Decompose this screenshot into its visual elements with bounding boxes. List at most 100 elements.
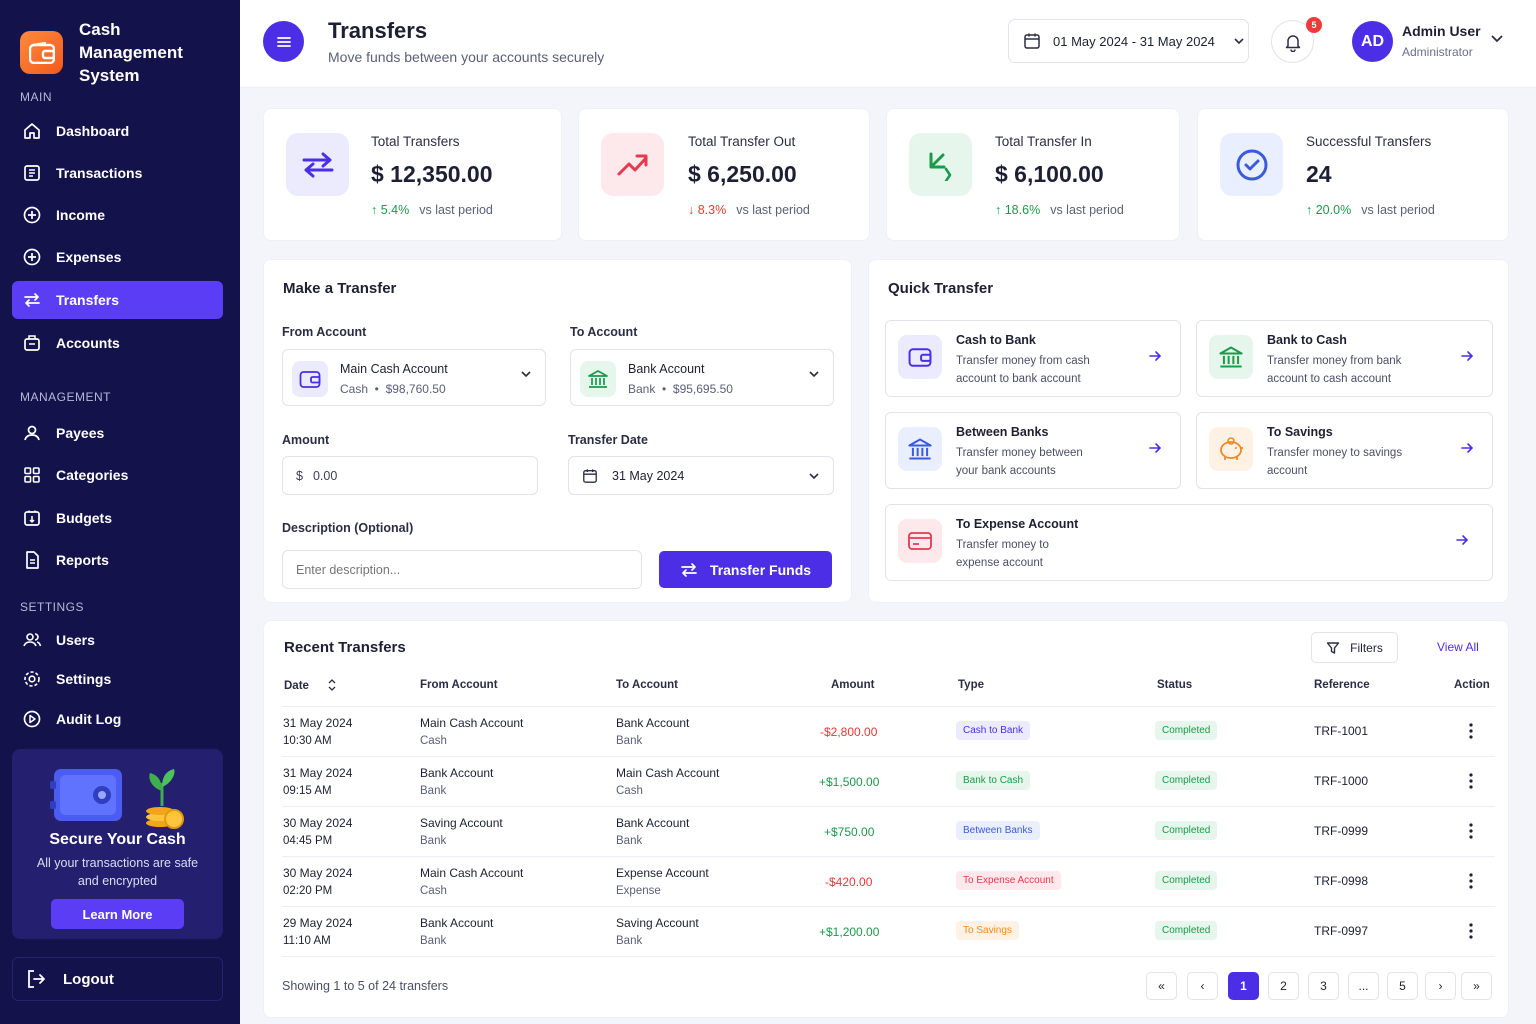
cell-date: 31 May 2024 09:15 AM [283,766,352,797]
sidebar-item-audit-log[interactable]: Audit Log [12,700,223,738]
hamburger-icon [276,36,291,47]
quick-transfer-desc: Transfer money from bank account to cash… [1267,355,1402,385]
card-title: Quick Transfer [888,280,994,297]
row-to: Bank Account [616,716,690,730]
quick-transfer-cash-to-bank[interactable]: Cash to Bank Transfer money from cash ac… [885,320,1181,397]
sidebar-item-reports[interactable]: Reports [12,541,223,579]
wallet-icon [898,335,942,379]
row-reference: TRF-1001 [1314,724,1369,738]
row-from: Main Cash Account [420,716,524,730]
row-from-type: Cash [420,735,447,747]
swap-icon [286,133,349,196]
pagination-first[interactable]: « [1146,972,1177,1000]
sidebar-item-transfers[interactable]: Transfers [12,281,223,319]
sidebar-item-label: Settings [56,671,112,687]
row-reference: TRF-0999 [1314,824,1369,838]
pagination-prev[interactable]: ‹ [1187,972,1218,1000]
quick-transfer-to-savings[interactable]: To Savings Transfer money to savings acc… [1196,412,1493,489]
arrow-in-icon [909,133,972,196]
row-from-type: Cash [420,885,447,897]
cell-date: 29 May 2024 11:10 AM [283,916,352,947]
quick-transfer-desc: Transfer money to savings account [1267,447,1403,477]
pagination-page-2[interactable]: 2 [1268,972,1299,1000]
sidebar-item-expenses[interactable]: Expenses [12,238,223,276]
quick-transfer-to-expense[interactable]: To Expense Account Transfer money to exp… [885,504,1493,581]
more-vertical-icon[interactable] [1467,772,1475,790]
to-account-balance: $95,695.50 [672,382,733,396]
pagination-page-5[interactable]: 5 [1387,972,1418,1000]
sidebar-item-dashboard[interactable]: Dashboard [12,112,223,150]
to-account-select[interactable]: Bank Account Bank • $95,695.50 [570,349,834,406]
row-amount: +$1,200.00 [819,925,880,939]
card-icon [898,519,942,563]
sidebar-item-categories[interactable]: Categories [12,456,223,494]
to-account-name: Bank Account [628,362,705,376]
table-row[interactable]: 29 May 2024 11:10 AM Bank Account Bank Sav… [282,906,1495,956]
from-account-select[interactable]: Main Cash Account Cash • $98,760.50 [282,349,546,406]
table-row[interactable]: 31 May 2024 09:15 AM Bank Account Bank Mai… [282,756,1495,806]
more-vertical-icon[interactable] [1467,922,1475,940]
row-time: 09:15 AM [283,785,332,797]
more-vertical-icon[interactable] [1467,872,1475,890]
row-from: Saving Account [420,816,503,830]
from-account-label: From Account [282,325,367,339]
pagination-next[interactable]: › [1425,972,1456,1000]
make-transfer-card: Make a Transfer From Account Main Cash A… [263,259,852,603]
status-badge: Completed [1155,821,1218,840]
wallet-logo-icon [20,31,63,74]
stat-vs: vs last period [736,203,810,217]
table-row[interactable]: 31 May 2024 10:30 AM Main Cash Account Cas… [282,706,1495,756]
stat-label: Successful Transfers [1306,134,1432,149]
row-reference: TRF-0998 [1314,874,1369,888]
quick-transfer-bank-to-cash[interactable]: Bank to Cash Transfer money from bank ac… [1196,320,1493,397]
sidebar-item-budgets[interactable]: Budgets [12,499,223,537]
menu-toggle-button[interactable] [263,21,304,62]
view-all-link[interactable]: View All [1437,640,1479,654]
user-name: Admin User [1402,23,1481,39]
pagination-last[interactable]: » [1461,972,1492,1000]
pagination-page-1[interactable]: 1 [1228,972,1259,1000]
transfer-date-value: 31 May 2024 [612,468,685,483]
bank-icon [1209,335,1253,379]
quick-transfer-card: Quick Transfer Cash to Bank Transfer mon… [868,259,1509,603]
table-row[interactable]: 30 May 2024 02:20 PM Main Cash Account Cas… [282,856,1495,906]
cell-to: Saving Account Bank [616,916,699,947]
sidebar-item-income[interactable]: Income [12,196,223,234]
transfer-funds-button[interactable]: Transfer Funds [659,551,832,588]
budget-icon [24,510,40,526]
learn-more-button[interactable]: Learn More [51,899,184,929]
quick-transfer-desc: Transfer money from cash account to bank… [956,355,1090,385]
avatar[interactable]: AD [1352,21,1393,62]
chevron-down-icon[interactable] [1490,34,1504,43]
sidebar-item-payees[interactable]: Payees [12,414,223,452]
sidebar-item-accounts[interactable]: Accounts [12,324,223,362]
stat-change: 5.4% [380,203,410,217]
stat-vs: vs last period [1050,203,1124,217]
plus-circle-icon [23,248,41,266]
column-header-date[interactable]: Date [284,679,336,692]
cell-date: 30 May 2024 04:45 PM [283,816,352,847]
quick-transfer-between-banks[interactable]: Between Banks Transfer money between you… [885,412,1181,489]
more-vertical-icon[interactable] [1467,722,1475,740]
filters-button[interactable]: Filters [1311,632,1398,663]
recent-transfers-title: Recent Transfers [284,639,406,656]
pagination-page-3[interactable]: 3 [1308,972,1339,1000]
table-row[interactable]: 30 May 2024 04:45 PM Saving Account Bank B… [282,806,1495,856]
more-vertical-icon[interactable] [1467,822,1475,840]
pagination-summary: Showing 1 to 5 of 24 transfers [282,979,449,993]
sidebar-item-label: Audit Log [56,711,122,727]
description-label: Description (Optional) [282,521,414,535]
row-date: 31 May 2024 [283,766,353,780]
cell-from: Bank Account Bank [420,916,493,947]
filter-icon [1326,641,1340,654]
sidebar-item-settings[interactable]: Settings [12,660,223,698]
transfer-date-picker[interactable]: 31 May 2024 [568,456,834,495]
sidebar-item-transactions[interactable]: Transactions [12,154,223,192]
date-range-picker[interactable]: 01 May 2024 - 31 May 2024 [1008,19,1249,63]
stat-card-successful: Successful Transfers 24 ↑ 20.0% vs last p… [1197,108,1509,241]
sidebar-item-users[interactable]: Users [12,621,223,659]
play-circle-icon [23,710,41,728]
amount-input[interactable]: $ 0.00 [282,456,538,495]
logout-button[interactable]: Logout [12,957,223,1001]
description-input[interactable] [282,550,642,589]
